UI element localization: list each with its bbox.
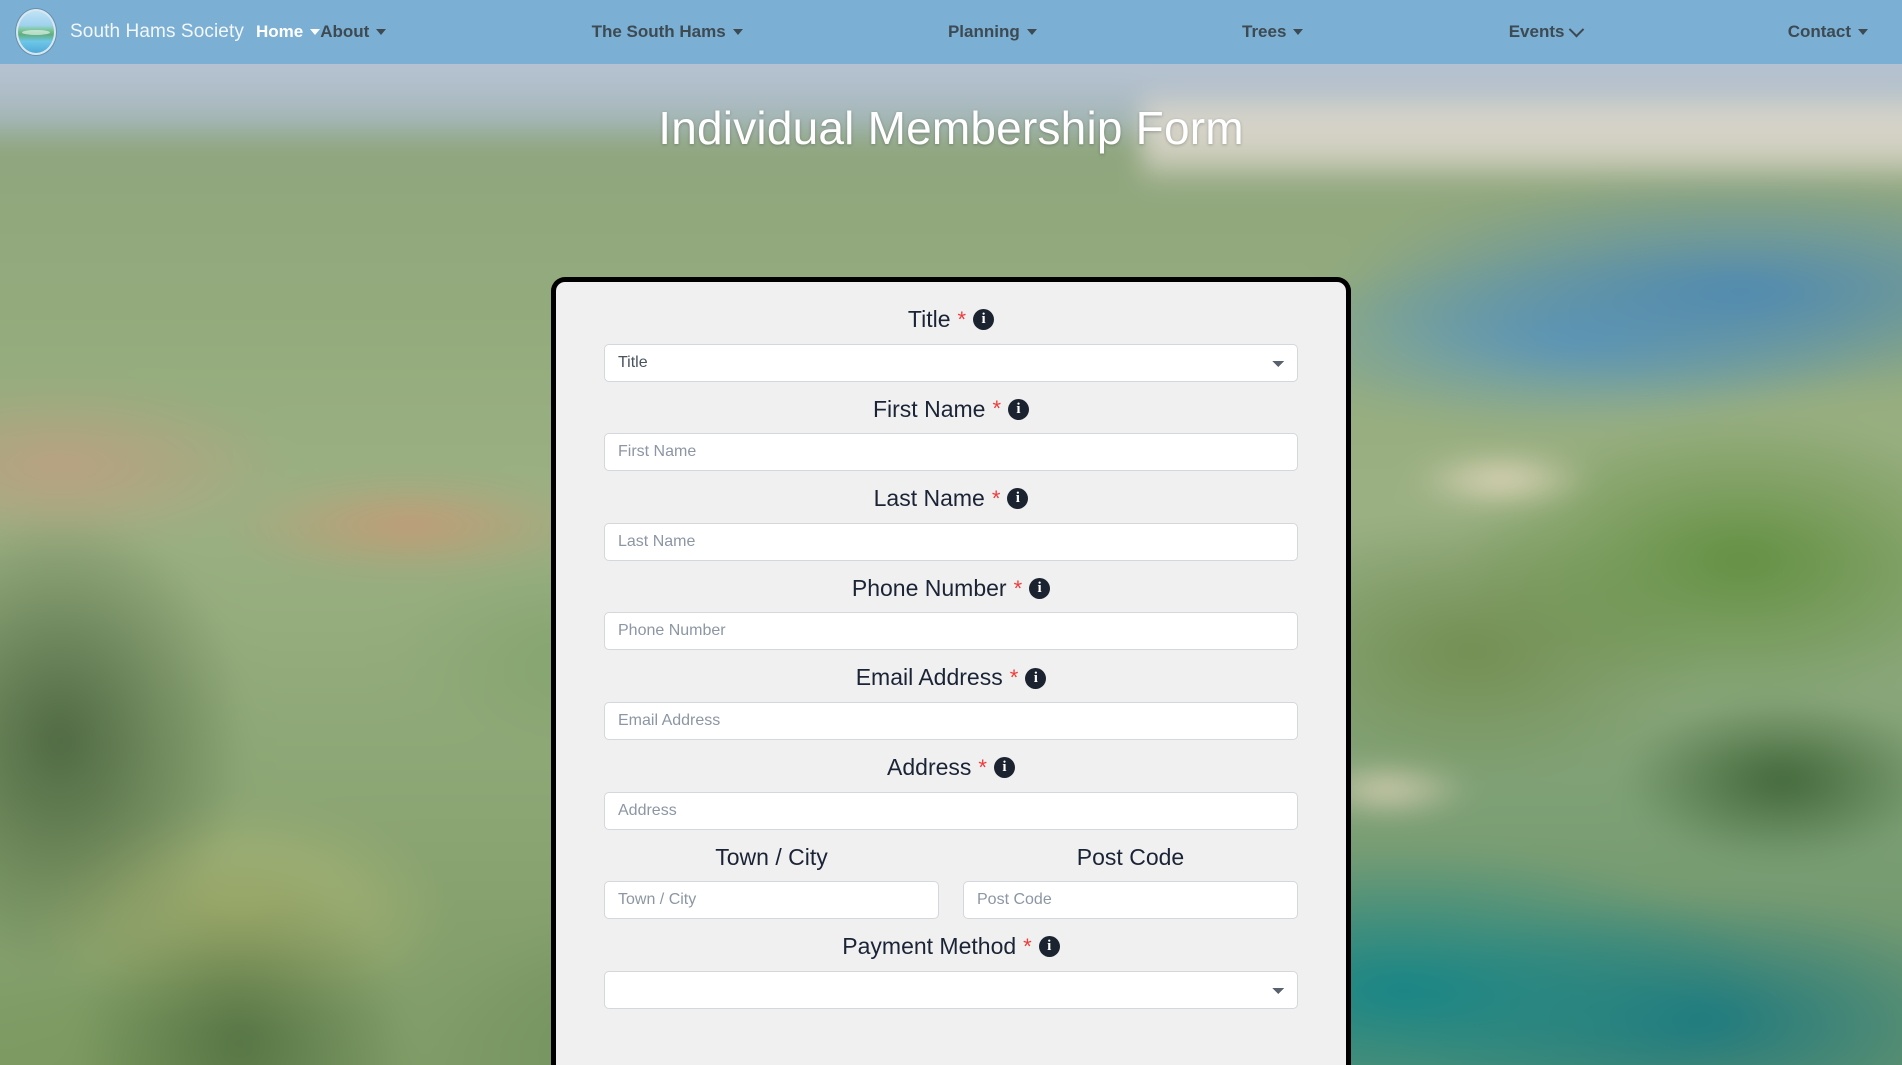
info-icon[interactable]: i [1025, 667, 1047, 689]
label-town-city: Town / City [604, 844, 939, 872]
form-field-email-address: Email Address * i [604, 664, 1298, 740]
form-field-town-city: Town / City [604, 844, 939, 920]
form-field-last-name: Last Name * i [604, 485, 1298, 561]
label-first-name: First Name * i [604, 396, 1298, 424]
form-field-phone-number: Phone Number * i [604, 575, 1298, 651]
label-phone-number: Phone Number * i [604, 575, 1298, 603]
label-last-name-text: Last Name [873, 485, 985, 512]
nav-item-events[interactable]: Events [1508, 21, 1585, 42]
caret-down-icon [1858, 29, 1868, 35]
required-asterisk: * [957, 306, 967, 332]
label-post-code: Post Code [963, 844, 1298, 872]
society-crest-logo [16, 9, 56, 55]
nav-item-trees[interactable]: Trees [1242, 22, 1304, 42]
caret-down-icon [732, 29, 743, 35]
nav-item-contact[interactable]: Contact [1788, 22, 1868, 42]
label-town-city-text: Town / City [715, 843, 828, 870]
label-first-name-text: First Name [872, 395, 986, 422]
page-title: Individual Membership Form [658, 102, 1244, 154]
label-email-address: Email Address * i [604, 664, 1298, 692]
required-asterisk: * [991, 485, 1001, 511]
post-code-input[interactable] [963, 881, 1298, 920]
nav-item-about-label: About [320, 22, 370, 41]
nav-item-planning[interactable]: Planning [948, 22, 1037, 42]
town-city-input[interactable] [604, 881, 939, 920]
info-icon[interactable]: i [1007, 488, 1029, 510]
title-select[interactable]: Title [604, 343, 1298, 382]
address-input[interactable] [604, 791, 1298, 830]
label-title: Title * i [604, 306, 1298, 334]
label-address-text: Address [887, 753, 972, 780]
required-asterisk: * [1013, 575, 1023, 601]
navbar-brand[interactable]: South Hams Society [16, 9, 244, 55]
info-icon[interactable]: i [1038, 936, 1060, 958]
info-icon[interactable]: i [1029, 578, 1051, 600]
nav-item-the-south-hams-label: The South Hams [591, 22, 726, 41]
form-field-payment-method: Payment Method * i [604, 933, 1298, 1009]
form-field-first-name: First Name * i [604, 396, 1298, 472]
label-title-text: Title [907, 306, 951, 332]
nav-item-events-label: Events [1508, 22, 1565, 41]
nav-item-about[interactable]: About [320, 22, 387, 42]
caret-down-icon [310, 29, 321, 35]
last-name-input[interactable] [604, 522, 1298, 561]
info-icon[interactable]: i [973, 309, 995, 331]
info-icon[interactable]: i [1008, 398, 1029, 420]
label-phone-number-text: Phone Number [851, 574, 1007, 601]
nav-item-contact-label: Contact [1787, 22, 1851, 41]
label-payment-method-text: Payment Method [842, 933, 1017, 960]
required-asterisk: * [1009, 665, 1019, 691]
caret-down-icon [376, 29, 387, 35]
label-address: Address * i [604, 754, 1298, 782]
required-asterisk: * [978, 754, 987, 780]
town-postcode-row: Town / City Post Code [604, 844, 1298, 934]
payment-method-select[interactable] [604, 970, 1298, 1009]
background-cliff [0, 220, 460, 1065]
required-asterisk: * [1023, 933, 1032, 959]
nav-item-planning-label: Planning [947, 22, 1020, 41]
caret-down-icon [1293, 29, 1304, 35]
form-field-address: Address * i [604, 754, 1298, 830]
label-last-name: Last Name * i [604, 485, 1298, 513]
form-field-post-code: Post Code [963, 844, 1298, 920]
nav-item-trees-label: Trees [1242, 22, 1287, 41]
first-name-input[interactable] [604, 433, 1298, 472]
phone-number-input[interactable] [604, 612, 1298, 651]
info-icon[interactable]: i [993, 757, 1015, 779]
nav-item-home-label: Home [255, 22, 304, 41]
brand-name: South Hams Society [70, 21, 244, 42]
chevron-down-icon [1569, 21, 1585, 37]
label-email-address-text: Email Address [855, 664, 1003, 691]
nav-item-the-south-hams[interactable]: The South Hams [592, 22, 743, 42]
individual-membership-form: Title * i Title First Name * i Last Name… [551, 277, 1351, 1065]
nav-item-home[interactable]: Home [255, 22, 321, 42]
label-post-code-text: Post Code [1076, 843, 1185, 870]
main-navbar: South Hams Society Home About The South … [0, 0, 1902, 64]
form-field-title: Title * i Title [604, 306, 1298, 382]
label-payment-method: Payment Method * i [604, 933, 1298, 961]
required-asterisk: * [992, 396, 1001, 422]
caret-down-icon [1026, 29, 1037, 35]
email-address-input[interactable] [604, 701, 1298, 740]
